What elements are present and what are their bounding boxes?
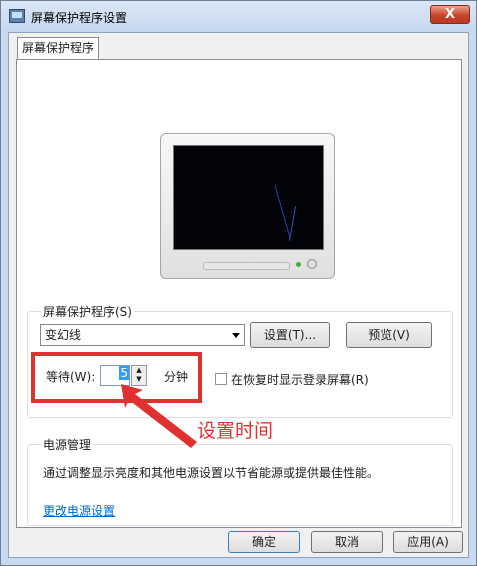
monitor-app-icon (9, 9, 25, 23)
monitor-preview (160, 133, 335, 279)
power-led-icon (296, 262, 301, 267)
tab-screensaver[interactable]: 屏幕保护程序 (17, 37, 99, 60)
ok-button[interactable]: 确定 (228, 531, 300, 553)
window-title: 屏幕保护程序设置 (31, 11, 128, 25)
title-bar: 屏幕保护程序设置 X (1, 1, 476, 32)
resume-logon-label[interactable]: 在恢复时显示登录屏幕(R) (231, 371, 369, 388)
screensaver-settings-window: 屏幕保护程序设置 X 屏幕保护程序 屏幕保护程序(S) 变幻线 设置(T)...… (0, 0, 477, 566)
monitor-bezel-bar (203, 262, 290, 270)
settings-button[interactable]: 设置(T)... (250, 322, 330, 348)
annotation-arrow (121, 384, 197, 448)
chevron-down-icon (232, 333, 240, 338)
mystify-line (288, 206, 297, 241)
preview-screen (173, 145, 324, 250)
cancel-button[interactable]: 取消 (311, 531, 383, 553)
screensaver-group-label: 屏幕保护程序(S) (41, 303, 134, 320)
power-group-label: 电源管理 (41, 436, 94, 453)
dialog-body: 屏幕保护程序 屏幕保护程序(S) 变幻线 设置(T)... 预览(V) 等待(W… (8, 32, 469, 558)
screensaver-select[interactable]: 变幻线 (40, 324, 245, 346)
power-button-icon (307, 259, 317, 269)
change-power-settings-link[interactable]: 更改电源设置 (43, 502, 115, 519)
screensaver-selected-value: 变幻线 (45, 328, 82, 342)
preview-button[interactable]: 预览(V) (346, 322, 432, 348)
power-description: 通过调整显示亮度和其他电源设置以节省能源或提供最佳性能。 (43, 466, 380, 480)
apply-button[interactable]: 应用(A) (393, 531, 463, 553)
annotation-text: 设置时间 (197, 420, 274, 442)
close-button[interactable]: X (430, 5, 470, 24)
mystify-line (274, 184, 291, 239)
resume-logon-checkbox[interactable] (215, 373, 227, 385)
tab-panel: 屏幕保护程序(S) 变幻线 设置(T)... 预览(V) 等待(W): 5 ▲ … (16, 59, 462, 528)
